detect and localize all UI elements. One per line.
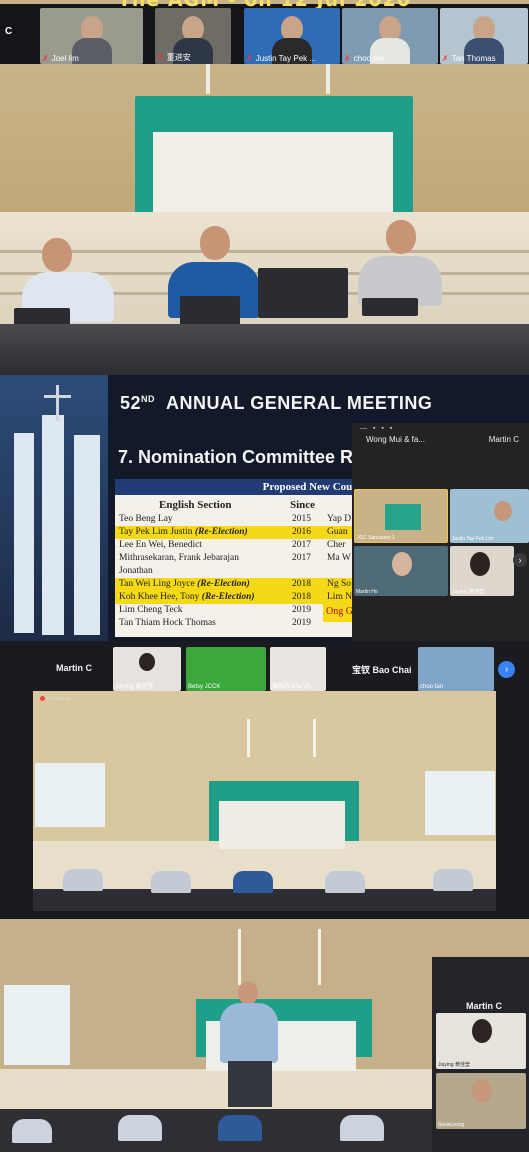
sanctuary-video [33,691,496,911]
participant-tile[interactable]: ✗ Tan Thomas [440,8,528,64]
member-since: 2019 [292,605,311,615]
overlay-tile[interactable]: Justin Tay Pek Lim [450,489,529,543]
member-name: Koh Khee Hee, Tony (Re-Election) [119,592,255,602]
monitor [258,268,348,318]
recording-indicator: Recording [40,696,70,702]
participant-tile[interactable]: Jiaying 黄佳莹 [113,647,181,691]
participant-tile[interactable]: choo tan [418,647,494,691]
laptop [362,298,418,316]
chinese-section-name: Ng So [327,579,352,589]
participant-name: Martin C [466,1001,502,1011]
column-header-since: Since [290,499,316,511]
participant-tile[interactable]: ✗ 董进安 [155,8,231,64]
participant-name: Martin C [56,663,92,673]
member-name: Tan Wei Ling Joyce (Re-Election) [119,579,250,589]
slide-section-title: 7. Nomination Committee Re [118,447,364,467]
zoom-gallery-panel-3: Martin C Jiaying 黄佳莹 Betsy JCCK 黄国志 Shu … [0,641,529,919]
next-page-button[interactable]: › [498,661,515,678]
pulpit-right [425,771,495,835]
page-banner: The AGM - on 12 Jul 2020 [0,0,529,8]
pulpit-left [4,985,70,1065]
participant-tile[interactable]: SeowLeong [436,1073,526,1129]
member-since: 2017 [292,553,311,563]
overlay-name-right: Martin C [488,435,519,444]
overlay-tile[interactable]: Jiaying 黄佳莹 [450,546,514,596]
mic-muted-icon: ✗ [42,54,49,63]
member-name: Lee En Wei, Benedict [119,540,202,550]
zoom-slide-panel: 52ND ANNUAL GENERAL MEETING 7. Nominatio… [0,375,529,641]
column-header-english: English Section [159,499,232,511]
pulpit-left [35,763,105,827]
front-desk [0,324,529,375]
member-since: 2015 [292,514,311,524]
candle-stand [326,64,330,94]
member-name: Jonathan [119,566,153,576]
zoom-speaker-panel: Martin C Jiaying 黄佳莹 SeowLeong [0,919,529,1152]
member-since: 2016 [292,527,311,537]
communion-table [153,132,393,224]
member-name: Mithrasekaran, Frank Jebarajan [119,553,240,563]
member-since: 2018 [292,592,311,602]
member-since: 2017 [292,540,311,550]
overlay-name-left: Wong Mui & fa... [366,435,425,444]
chinese-section-name: Cher [327,540,346,550]
chinese-section-name: Ma W [327,553,351,563]
participant-tile[interactable]: 黄国志 Shu 志... [270,647,326,691]
candle-stand [206,64,210,94]
next-page-icon[interactable]: › [513,553,527,567]
zoom-video-overlay: — ▪ ▪ ▪ Wong Mui & fa... Martin C JCC Sa… [352,423,529,641]
chinese-section-name: Guan [327,527,348,537]
participant-tile[interactable]: ✗ choo tan [342,8,438,64]
member-name: Tan Thiam Hock Thomas [119,618,216,628]
overlay-tile[interactable]: JCC Sanctuary 1 [354,489,448,543]
participant-tile[interactable]: ✗ Joel lim [40,8,143,64]
member-name: Lim Cheng Teck [119,605,183,615]
chinese-section-name: Yap D [327,514,352,524]
member-name: Teo Beng Lay [119,514,173,524]
church-image [0,375,108,641]
participant-strip: C ✗ Joel lim ✗ 董进安 ✗ Justin Tay Pek ... ✗ ch… [0,4,529,64]
participant-tile[interactable]: Betsy JCCK [186,647,266,691]
participant-tile[interactable]: ✗ Justin Tay Pek ... [244,8,340,64]
overlay-tile[interactable]: Martin Ho [354,546,448,596]
member-since: 2019 [292,618,311,628]
member-name: Tay Pek Lim Justin (Re-Election) [119,527,248,537]
zoom-gallery-panel-1: C ✗ Joel lim ✗ 董进安 ✗ Justin Tay Pek ... ✗ ch… [0,0,529,375]
member-since: 2018 [292,579,311,589]
slide-title: 52ND ANNUAL GENERAL MEETING [120,393,433,413]
participant-name: 宝钗 Bao Chai [352,665,412,675]
participant-sidebar: Martin C Jiaying 黄佳莹 SeowLeong [432,957,529,1152]
chinese-section-name: Lim N [327,592,353,602]
participant-tile[interactable]: Jiaying 黄佳莹 [436,1013,526,1069]
